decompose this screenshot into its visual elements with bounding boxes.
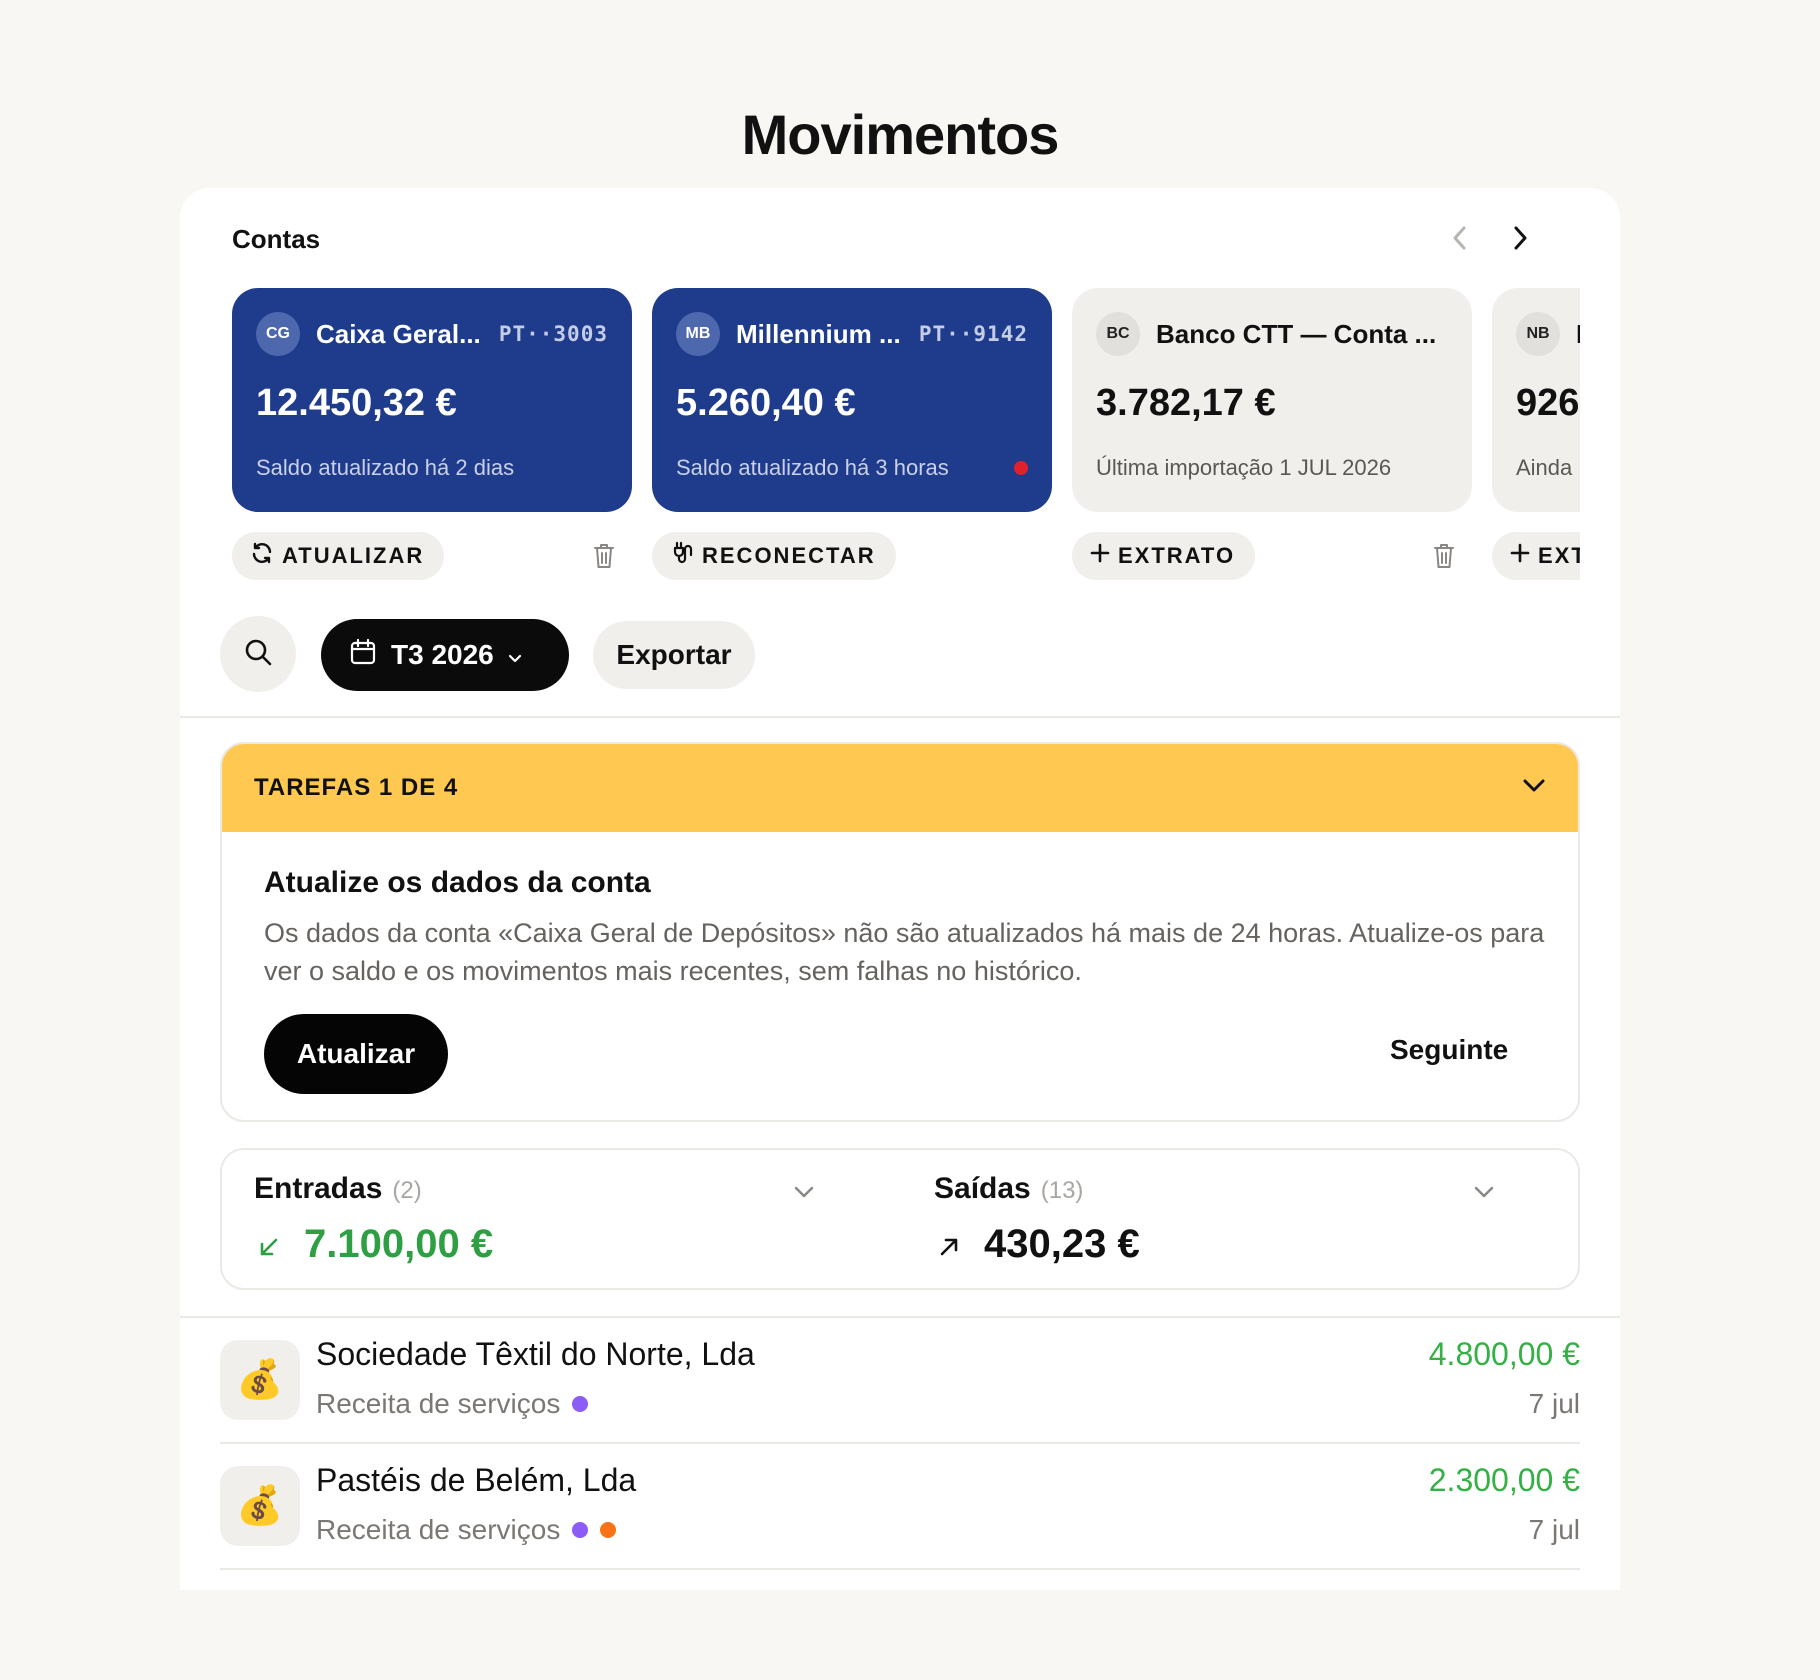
chevron-right-icon[interactable] [1500,218,1540,258]
tag-dot [600,1522,617,1538]
tasks-header[interactable]: TAREFAS 1 DE 4 [222,744,1578,832]
plus-icon [1510,543,1530,569]
tag-dot [572,1522,589,1538]
money-bag-icon: 💰 [220,1340,300,1420]
transaction-amount: 4.800,00 € [1428,1336,1580,1372]
calendar-icon [349,638,377,673]
alert-dot [1014,461,1028,475]
account-avatar: NB [1516,312,1560,356]
account-iban: PT··3003 [498,322,608,346]
trash-icon[interactable] [588,540,620,572]
expenses-label: Saídas [934,1172,1031,1205]
account-avatar: CG [256,312,300,356]
main-panel: Contas CG Caixa Geral... PT··3003 12.450… [180,188,1620,1590]
search-icon [243,637,273,672]
transaction-category: Receita de serviços [316,1514,617,1546]
chevron-down-icon [508,639,522,671]
account-status: Ainda [1516,455,1573,480]
income-amount: 7.100,00 € [304,1222,494,1266]
income-summary[interactable]: Entradas (2) 7.100,00 € [222,1150,842,1288]
arrow-up-right-icon [934,1232,964,1262]
chevron-down-icon[interactable] [1522,778,1546,799]
chevron-down-icon[interactable] [790,1178,818,1206]
expenses-amount: 430,23 € [984,1222,1140,1266]
reconnect-account-button[interactable]: RECONECTAR [652,532,896,580]
account-card[interactable]: MB Millennium ... PT··9142 5.260,40 € Sa… [652,288,1052,512]
transaction-row[interactable]: 💰 Pastéis de Belém, Lda Receita de servi… [220,1444,1580,1570]
period-selector[interactable]: T3 2026 [321,619,569,691]
period-label: T3 2026 [391,639,494,670]
account-card[interactable]: CG Caixa Geral... PT··3003 12.450,32 € S… [232,288,632,512]
transaction-name: Pastéis de Belém, Lda [316,1462,637,1498]
chevron-left-icon[interactable] [1440,218,1480,258]
income-expenses-summary: Entradas (2) 7.100,00 € Saídas (13) 430,23… [220,1148,1580,1290]
account-name: Caixa Geral... [316,318,481,349]
add-statement-button[interactable]: EXTRATO [1072,532,1256,580]
next-task-button[interactable]: Seguinte [1390,1034,1508,1066]
chevron-down-icon[interactable] [1470,1178,1498,1206]
income-count: (2) [392,1177,422,1204]
account-name: Banco CTT — Conta ... [1156,318,1437,349]
account-name: I [1576,318,1580,349]
task-description: Os dados da conta «Caixa Geral de Depósi… [264,918,1545,986]
account-status: Saldo atualizado há 2 dias [256,455,515,480]
money-bag-icon: 💰 [220,1466,300,1546]
expenses-count: (13) [1040,1177,1084,1204]
trash-icon[interactable] [1428,540,1460,572]
transaction-category: Receita de serviços [316,1388,589,1420]
update-button[interactable]: Atualizar [264,1014,448,1094]
refresh-icon [250,541,274,571]
plug-icon [670,541,694,571]
transaction-date: 7 jul [1528,1514,1580,1545]
account-balance: 3.782,17 € [1096,382,1276,424]
tag-dot [572,1396,589,1412]
divider [180,716,1620,718]
refresh-account-button[interactable]: ATUALIZAR [232,532,445,580]
income-label: Entradas [254,1172,383,1205]
account-balance: 12.450,32 € [256,382,457,424]
transaction-name: Sociedade Têxtil do Norte, Lda [316,1336,755,1372]
task-title: Atualize os dados da conta [264,866,651,899]
account-balance: 926 [1516,382,1580,424]
search-button[interactable] [220,616,296,692]
account-status: Última importação 1 JUL 2026 [1096,455,1392,480]
divider [220,1568,1580,1570]
plus-icon [1090,543,1110,569]
accounts-carousel[interactable]: CG Caixa Geral... PT··3003 12.450,32 € S… [232,288,1580,778]
transaction-date: 7 jul [1528,1388,1580,1419]
tasks-panel: TAREFAS 1 DE 4 Atualize os dados da cont… [220,742,1580,1122]
accounts-label: Contas [232,224,321,254]
account-card[interactable]: NB I 926 Ainda [1492,288,1580,512]
arrow-down-left-icon [254,1232,284,1262]
account-name: Millennium ... [736,318,901,349]
account-avatar: MB [676,312,720,356]
account-balance: 5.260,40 € [676,382,856,424]
export-button[interactable]: Exportar [593,621,755,689]
expenses-summary[interactable]: Saídas (13) 430,23 € [902,1150,1522,1288]
account-status: Saldo atualizado há 3 horas [676,455,1028,481]
account-card[interactable]: BC Banco CTT — Conta ... 3.782,17 € Últi… [1072,288,1472,512]
page-title: Movimentos [741,103,1060,166]
tasks-counter: TAREFAS 1 DE 4 [254,774,459,801]
transaction-amount: 2.300,00 € [1428,1462,1580,1498]
add-statement-button[interactable]: EXT [1492,532,1580,580]
account-avatar: BC [1096,312,1140,356]
account-iban: PT··9142 [918,322,1028,346]
transaction-row[interactable]: 💰 Sociedade Têxtil do Norte, Lda Receita… [220,1318,1580,1444]
